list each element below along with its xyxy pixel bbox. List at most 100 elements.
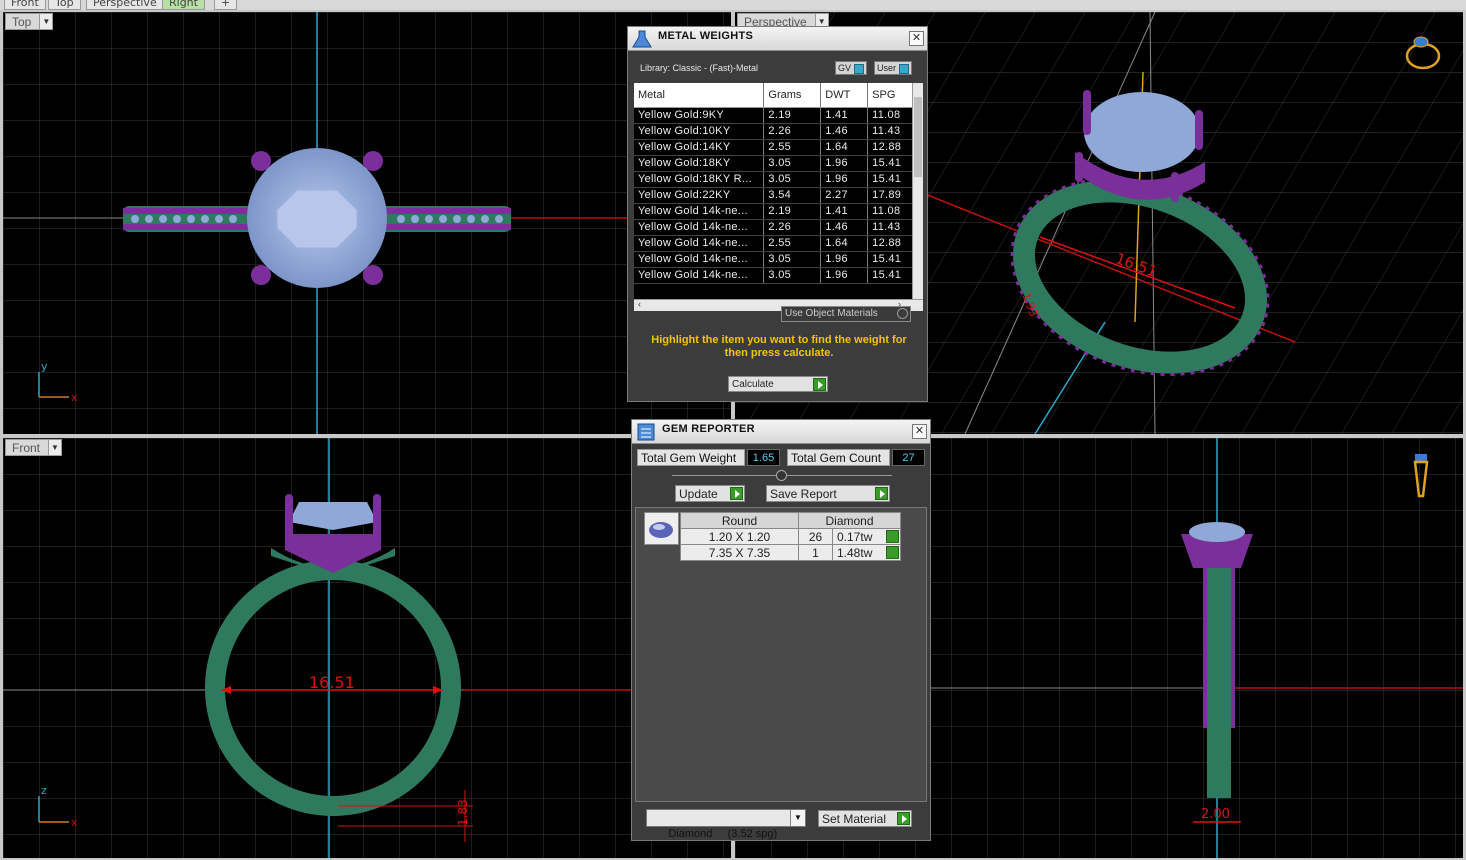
table-row[interactable]: Yellow Gold 14k-ne... 2.55 1.64 12.88 (634, 235, 912, 252)
gem-weight-cell: 1.48tw (832, 544, 901, 561)
tab-top[interactable]: Top (48, 0, 81, 10)
metal-weights-table: Metal Grams DWT SPG Yellow Gold:9KY 2.19 1… (634, 83, 912, 284)
spg-cell: 11.08 (867, 203, 912, 220)
table-row[interactable]: 1.20 X 1.20 26 0.17tw (680, 528, 901, 545)
tab-front[interactable]: Front (4, 0, 46, 10)
metal-weights-title: METAL WEIGHTS (658, 30, 754, 42)
scrollbar-thumb[interactable] (914, 97, 922, 177)
grams-cell: 3.05 (763, 155, 822, 172)
vertical-scrollbar[interactable] (912, 83, 923, 299)
splitter-handle[interactable] (776, 470, 787, 481)
metal-name-cell: Yellow Gold:18KY (634, 155, 765, 172)
dwt-cell: 1.46 (820, 123, 869, 140)
metal-weights-titlebar[interactable]: METAL WEIGHTS ✕ (628, 27, 927, 51)
table-row[interactable]: Yellow Gold 14k-ne... 2.19 1.41 11.08 (634, 203, 912, 220)
use-object-materials-button[interactable]: Use Object Materials (781, 306, 911, 322)
table-row[interactable]: Yellow Gold:22KY 3.54 2.27 17.89 (634, 187, 912, 204)
tab-perspective[interactable]: Perspective (86, 0, 164, 10)
add-tab-icon[interactable]: + (214, 0, 238, 10)
update-button[interactable]: Update (675, 485, 745, 502)
material-select[interactable]: Diamond (3.52 spg) ▼ (646, 809, 806, 840)
spg-cell: 11.43 (867, 123, 912, 140)
gem-reporter-title: GEM REPORTER (662, 423, 755, 435)
set-material-button[interactable]: Set Material (818, 810, 912, 827)
play-icon[interactable] (886, 546, 899, 559)
gv-toggle[interactable]: GV (835, 61, 868, 75)
spg-cell: 12.88 (867, 235, 912, 252)
table-row[interactable]: Yellow Gold:10KY 2.26 1.46 11.43 (634, 123, 912, 140)
library-label: Library: Classic - (Fast)-Metal (640, 63, 759, 73)
viewport-top-menu[interactable]: Top ▼ (5, 13, 54, 30)
report-icon (637, 423, 655, 441)
play-icon (730, 487, 743, 500)
viewport-top-label: Top (12, 14, 32, 29)
spg-cell: 15.41 (867, 267, 912, 284)
update-label: Update (679, 486, 718, 501)
table-row[interactable]: 7.35 X 7.35 1 1.48tw (680, 544, 901, 561)
table-row[interactable]: Yellow Gold:18KY 3.05 1.96 15.41 (634, 155, 912, 172)
table-row[interactable]: Yellow Gold:14KY 2.55 1.64 12.88 (634, 139, 912, 156)
col-dwt[interactable]: DWT (820, 83, 869, 108)
metal-name-cell: Yellow Gold:18KY R... (634, 171, 765, 188)
metal-name-cell: Yellow Gold:9KY (634, 107, 765, 124)
grams-cell: 3.05 (763, 267, 822, 284)
col-spg[interactable]: SPG (867, 83, 912, 108)
toggle-icon (854, 63, 865, 74)
viewport-front[interactable]: 16.51 1.83 z x Front ▼ (3, 438, 731, 858)
chevron-down-icon[interactable]: ▼ (39, 14, 53, 29)
gem-weight-cell: 0.17tw (832, 528, 901, 545)
dwt-cell: 1.96 (820, 267, 869, 284)
total-gem-count-value: 27 (892, 449, 925, 466)
col-diamond: Diamond (798, 512, 901, 529)
col-grams[interactable]: Grams (763, 83, 822, 108)
metal-weights-table-wrap[interactable]: Metal Grams DWT SPG Yellow Gold:9KY 2.19 1… (634, 83, 912, 299)
axis-y-label: y (41, 360, 48, 373)
close-icon[interactable]: ✕ (909, 31, 924, 46)
play-icon[interactable] (886, 530, 899, 543)
user-label: User (877, 63, 897, 73)
chevron-down-icon[interactable]: ▼ (790, 810, 805, 826)
grams-cell: 2.26 (763, 219, 822, 236)
grams-cell: 2.26 (763, 123, 822, 140)
chevron-down-icon[interactable]: ▼ (48, 440, 62, 455)
grams-cell: 3.54 (763, 187, 822, 204)
dwt-cell: 1.41 (820, 203, 869, 220)
metal-name-cell: Yellow Gold 14k-ne... (634, 203, 765, 220)
viewport-top[interactable]: y x Top ▼ (3, 12, 731, 434)
material-select-value: Diamond (3.52 spg) (668, 828, 778, 840)
viewport-front-menu[interactable]: Front ▼ (5, 439, 63, 456)
grams-cell: 2.55 (763, 235, 822, 252)
spg-cell: 15.41 (867, 251, 912, 268)
gem-shape-thumbnail[interactable] (644, 512, 679, 545)
tab-right[interactable]: Right (162, 0, 205, 10)
view-tab-strip: Front Top Perspective Right + (0, 0, 1466, 10)
dwt-cell: 1.64 (820, 235, 869, 252)
gem-size-cell: 7.35 X 7.35 (680, 544, 799, 561)
grams-cell: 3.05 (763, 171, 822, 188)
gem-size-cell: 1.20 X 1.20 (680, 528, 799, 545)
col-metal[interactable]: Metal (634, 83, 765, 108)
grams-cell: 3.05 (763, 251, 822, 268)
grams-cell: 2.19 (763, 203, 822, 220)
app-window: Front Top Perspective Right + y x Top ▼ … (0, 0, 1466, 860)
user-toggle[interactable]: User (874, 61, 913, 75)
table-row[interactable]: Yellow Gold:18KY R... 3.05 1.96 15.41 (634, 171, 912, 188)
table-row[interactable]: Yellow Gold 14k-ne... 3.05 1.96 15.41 (634, 251, 912, 268)
flask-icon (632, 30, 652, 48)
gem-reporter-titlebar[interactable]: GEM REPORTER ✕ (632, 420, 930, 444)
table-row[interactable]: Yellow Gold 14k-ne... 2.26 1.46 11.43 (634, 219, 912, 236)
grams-cell: 2.19 (763, 107, 822, 124)
calculate-button[interactable]: Calculate (728, 376, 828, 392)
gem-reporter-panel[interactable]: GEM REPORTER ✕ Total Gem Weight 1.65 Tot… (631, 419, 931, 841)
metal-weights-panel[interactable]: METAL WEIGHTS ✕ Library: Classic - (Fast… (627, 26, 928, 402)
save-report-button[interactable]: Save Report (766, 485, 890, 502)
table-row[interactable]: Yellow Gold 14k-ne... 3.05 1.96 15.41 (634, 267, 912, 284)
dwt-cell: 2.27 (820, 187, 869, 204)
scroll-left-icon[interactable]: ‹ (638, 299, 641, 309)
metal-name-cell: Yellow Gold 14k-ne... (634, 251, 765, 268)
gem-list-area: Round Diamond 1.20 X 1.20 26 0.17tw 7.35 X … (635, 507, 927, 802)
dwt-cell: 1.64 (820, 139, 869, 156)
close-icon[interactable]: ✕ (912, 424, 927, 439)
dimension-small-front: 1.83 (456, 799, 470, 826)
table-row[interactable]: Yellow Gold:9KY 2.19 1.41 11.08 (634, 107, 912, 124)
